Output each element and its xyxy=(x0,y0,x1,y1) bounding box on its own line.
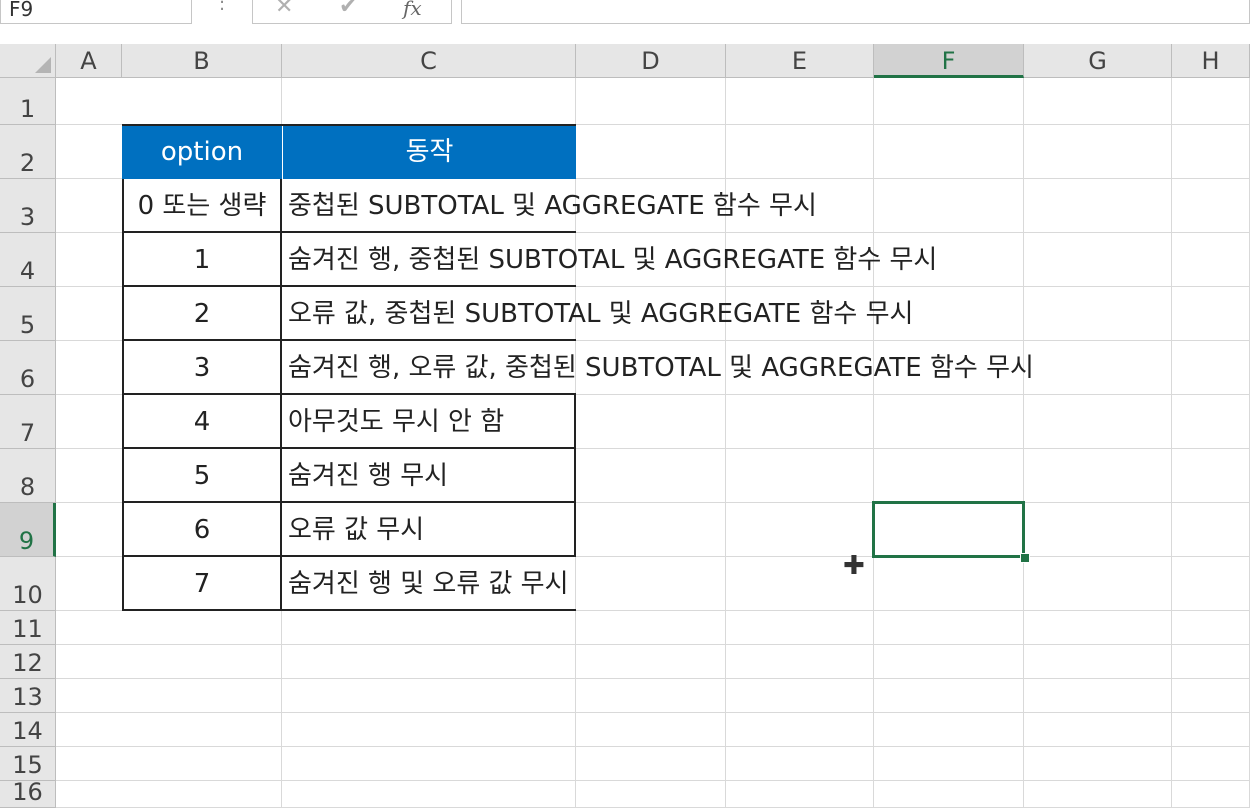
table-cell-action[interactable]: 중첩된 SUBTOTAL 및 AGGREGATE 함수 무시 xyxy=(282,179,817,233)
table-header-action[interactable]: 동작 xyxy=(282,125,576,179)
table-cell-option[interactable]: 1 xyxy=(122,233,282,287)
cell-select-cursor-icon: ✚ xyxy=(843,551,865,581)
table-cell-action[interactable]: 아무것도 무시 안 함 xyxy=(282,395,576,449)
row-header-5[interactable]: 5 xyxy=(0,287,56,341)
cancel-icon[interactable]: ✕ xyxy=(275,0,293,19)
column-header-h[interactable]: H xyxy=(1172,44,1250,78)
row-header-6[interactable]: 6 xyxy=(0,341,56,395)
table-cell-option[interactable]: 0 또는 생략 xyxy=(122,179,282,233)
table-header-option[interactable]: option xyxy=(122,125,282,179)
column-header-e[interactable]: E xyxy=(726,44,874,78)
table-cell-option[interactable]: 6 xyxy=(122,503,282,557)
table-cell-action[interactable]: 오류 값 무시 xyxy=(282,503,576,557)
active-cell-f9[interactable] xyxy=(872,501,1025,558)
table-cell-action[interactable]: 숨겨진 행 무시 xyxy=(282,449,576,503)
row-header-14[interactable]: 14 xyxy=(0,713,56,747)
select-all-triangle-icon xyxy=(35,57,51,73)
row-header-12[interactable]: 12 xyxy=(0,645,56,679)
formula-input[interactable] xyxy=(461,0,1250,24)
gridline-horizontal xyxy=(56,712,1250,713)
name-box-separator: : xyxy=(218,0,226,15)
row-header-8[interactable]: 8 xyxy=(0,449,56,503)
formula-bar: F9 : ✕ ✔ fx xyxy=(0,0,1250,45)
column-header-d[interactable]: D xyxy=(576,44,726,78)
table-top-border xyxy=(122,124,576,126)
enter-icon[interactable]: ✔ xyxy=(339,0,357,19)
row-header-16[interactable]: 16 xyxy=(0,778,56,808)
gridline-horizontal xyxy=(56,644,1250,645)
column-header-f[interactable]: F xyxy=(874,44,1024,78)
row-header-3[interactable]: 3 xyxy=(0,179,56,233)
select-all-button[interactable] xyxy=(0,44,56,78)
row-header-7[interactable]: 7 xyxy=(0,395,56,449)
gridline-vertical xyxy=(1023,78,1024,808)
gridline-vertical xyxy=(1171,78,1172,808)
gridline-horizontal xyxy=(56,746,1250,747)
gridline-vertical xyxy=(873,78,874,808)
table-cell-option[interactable]: 5 xyxy=(122,449,282,503)
name-box[interactable]: F9 xyxy=(0,0,192,24)
row-header-10[interactable]: 10 xyxy=(0,557,56,611)
table-cell-action[interactable]: 숨겨진 행 및 오류 값 무시 xyxy=(282,557,576,611)
gridline-horizontal xyxy=(56,780,1250,781)
table-cell-action[interactable]: 숨겨진 행, 오류 값, 중첩된 SUBTOTAL 및 AGGREGATE 함수… xyxy=(282,341,1034,395)
insert-function-icon[interactable]: fx xyxy=(403,0,422,20)
row-header-4[interactable]: 4 xyxy=(0,233,56,287)
row-header-2[interactable]: 2 xyxy=(0,125,56,179)
table-cell-option[interactable]: 3 xyxy=(122,341,282,395)
table-cell-option[interactable]: 7 xyxy=(122,557,282,611)
row-header-13[interactable]: 13 xyxy=(0,679,56,713)
table-cell-action[interactable]: 오류 값, 중첩된 SUBTOTAL 및 AGGREGATE 함수 무시 xyxy=(282,287,913,341)
table-cell-option[interactable]: 4 xyxy=(122,395,282,449)
formula-buttons: ✕ ✔ fx xyxy=(252,0,452,24)
row-header-9[interactable]: 9 xyxy=(0,503,56,557)
table-cell-action[interactable]: 숨겨진 행, 중첩된 SUBTOTAL 및 AGGREGATE 함수 무시 xyxy=(282,233,937,287)
row-header-11[interactable]: 11 xyxy=(0,611,56,645)
gridline-horizontal xyxy=(56,678,1250,679)
column-header-g[interactable]: G xyxy=(1024,44,1172,78)
row-header-15[interactable]: 15 xyxy=(0,747,56,781)
column-header-b[interactable]: B xyxy=(122,44,282,78)
gridline-vertical xyxy=(725,78,726,808)
row-header-1[interactable]: 1 xyxy=(0,78,56,125)
column-header-a[interactable]: A xyxy=(56,44,122,78)
table-cell-option[interactable]: 2 xyxy=(122,287,282,341)
fill-handle[interactable] xyxy=(1020,553,1030,563)
column-header-c[interactable]: C xyxy=(282,44,576,78)
